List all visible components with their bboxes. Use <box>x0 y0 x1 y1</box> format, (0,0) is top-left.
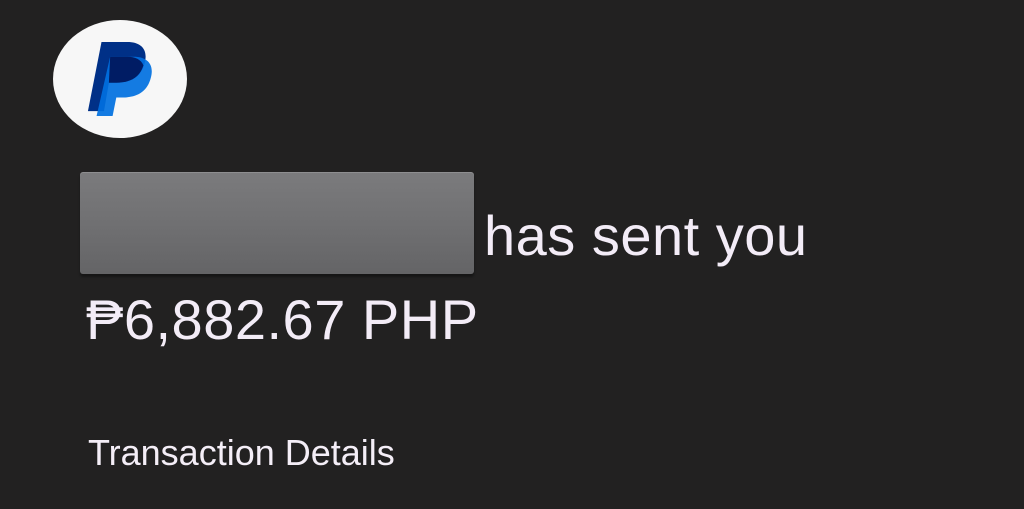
payment-amount: ₱6,882.67 PHP <box>86 288 479 351</box>
sent-message-text: has sent you <box>484 204 808 267</box>
transaction-details-heading[interactable]: Transaction Details <box>88 430 395 476</box>
paypal-logo-svg <box>87 42 152 116</box>
redacted-sender-name <box>80 172 474 274</box>
paypal-logo-icon <box>53 20 187 138</box>
